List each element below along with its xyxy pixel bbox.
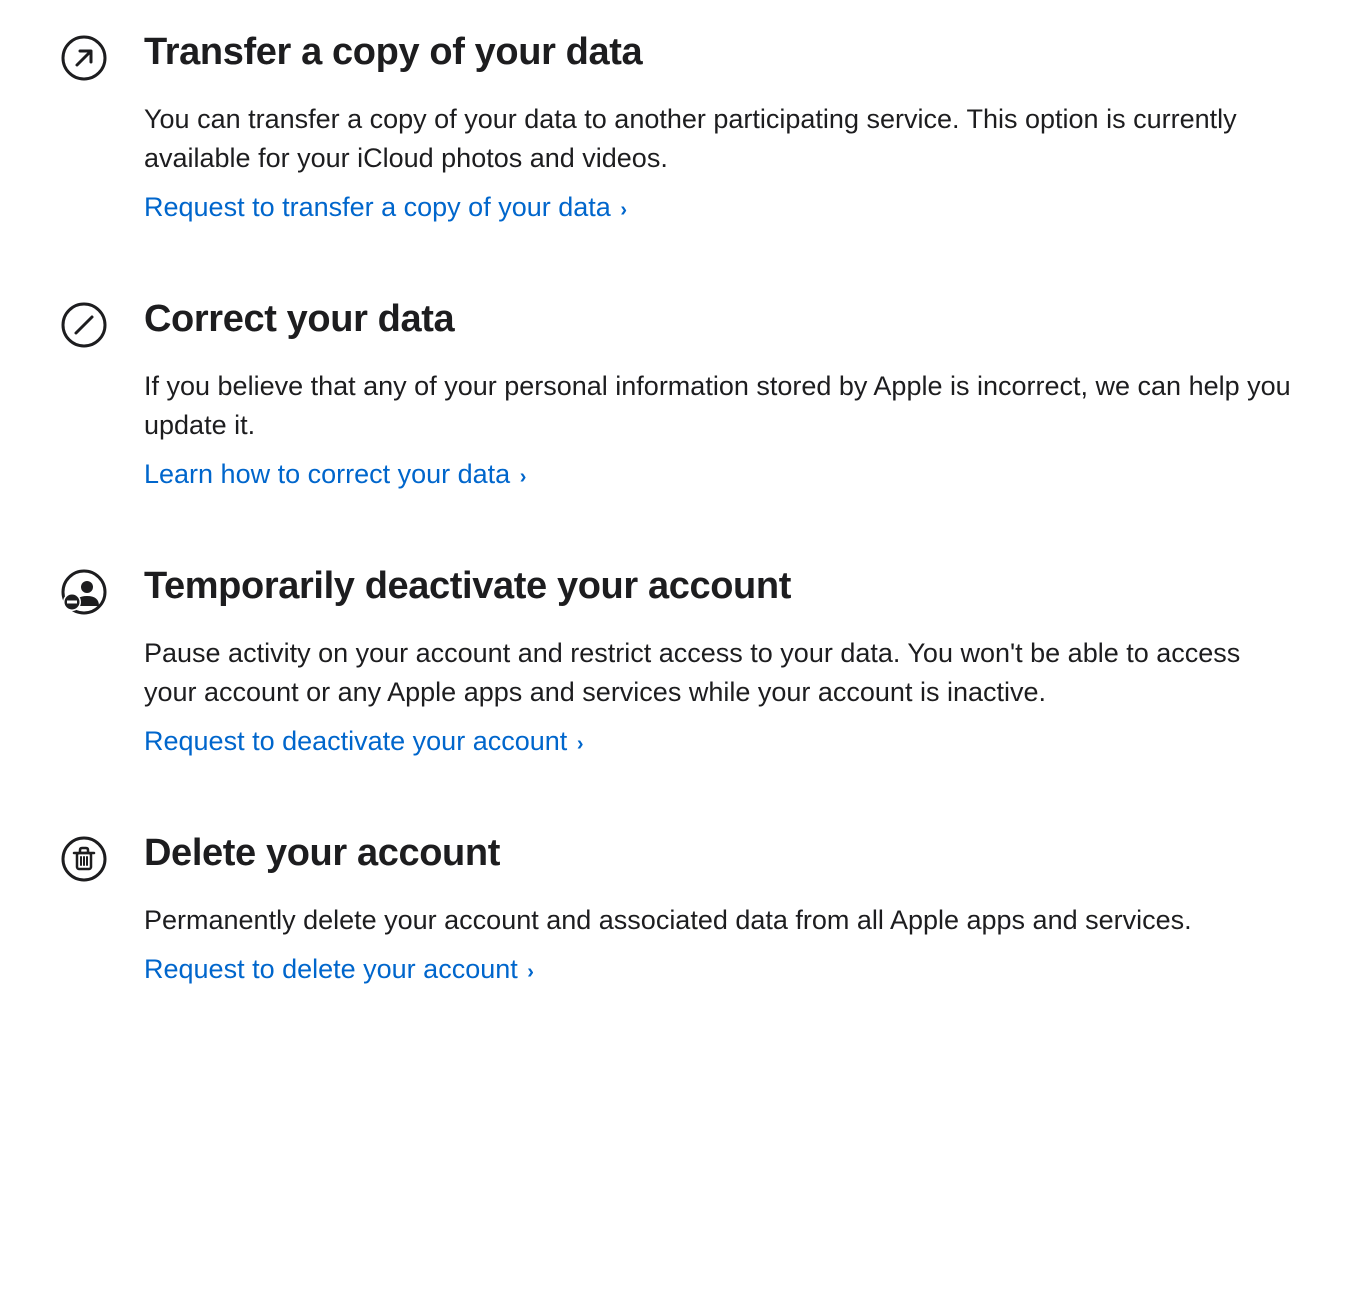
section-description: Pause activity on your account and restr… xyxy=(144,634,1296,712)
trash-circle-icon xyxy=(60,835,108,883)
person-minus-icon xyxy=(60,568,108,616)
section-title: Correct your data xyxy=(144,297,1296,343)
section-content: Delete your account Permanently delete y… xyxy=(144,831,1296,989)
link-text: Request to deactivate your account xyxy=(144,726,567,756)
link-text: Request to delete your account xyxy=(144,954,518,984)
section-description: If you believe that any of your personal… xyxy=(144,367,1296,445)
section-content: Correct your data If you believe that an… xyxy=(144,297,1296,494)
section-description: Permanently delete your account and asso… xyxy=(144,901,1296,940)
deactivate-account-link[interactable]: Request to deactivate your account › xyxy=(144,722,583,761)
chevron-right-icon: › xyxy=(571,733,583,755)
section-title: Delete your account xyxy=(144,831,1296,877)
arrow-up-right-circle-icon xyxy=(60,34,108,82)
section-content: Temporarily deactivate your account Paus… xyxy=(144,564,1296,761)
chevron-right-icon: › xyxy=(514,466,526,488)
section-title: Transfer a copy of your data xyxy=(144,30,1296,76)
section-deactivate-account: Temporarily deactivate your account Paus… xyxy=(60,564,1296,761)
section-description: You can transfer a copy of your data to … xyxy=(144,100,1296,178)
section-delete-account: Delete your account Permanently delete y… xyxy=(60,831,1296,989)
section-transfer-data: Transfer a copy of your data You can tra… xyxy=(60,30,1296,227)
section-content: Transfer a copy of your data You can tra… xyxy=(144,30,1296,227)
transfer-data-link[interactable]: Request to transfer a copy of your data … xyxy=(144,188,627,227)
pencil-circle-icon xyxy=(60,301,108,349)
link-text: Request to transfer a copy of your data xyxy=(144,192,611,222)
section-correct-data: Correct your data If you believe that an… xyxy=(60,297,1296,494)
correct-data-link[interactable]: Learn how to correct your data › xyxy=(144,455,526,494)
chevron-right-icon: › xyxy=(615,199,627,221)
delete-account-link[interactable]: Request to delete your account › xyxy=(144,950,534,989)
link-text: Learn how to correct your data xyxy=(144,459,510,489)
chevron-right-icon: › xyxy=(522,961,534,983)
section-title: Temporarily deactivate your account xyxy=(144,564,1296,610)
